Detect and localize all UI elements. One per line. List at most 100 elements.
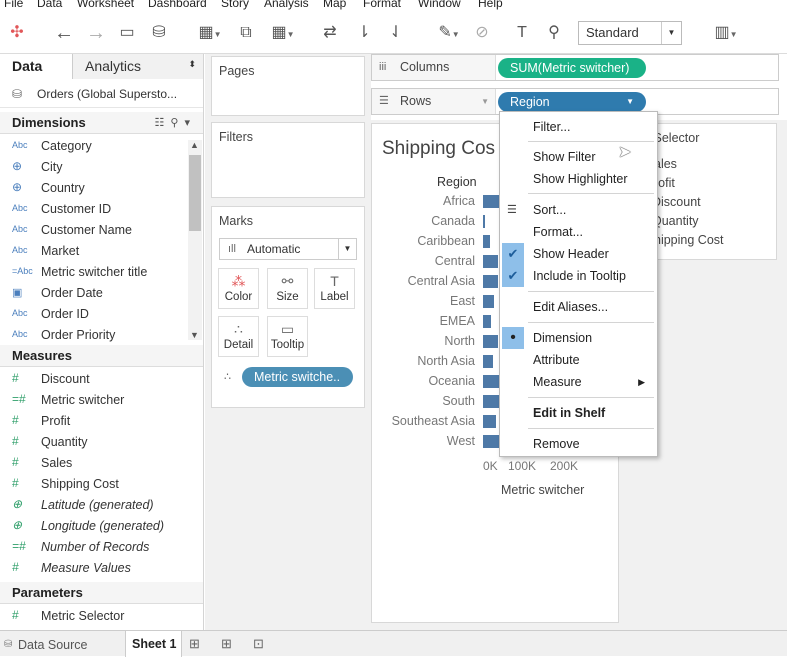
field-measure-values[interactable]: # Measure Values — [0, 558, 190, 579]
menu-data[interactable]: Data — [37, 0, 62, 10]
menu-item-measure[interactable]: Measure ▶ — [500, 371, 657, 393]
tab-data[interactable]: Data — [0, 54, 72, 79]
param-option[interactable]: Quantity — [652, 214, 699, 228]
color-button[interactable]: ⁂ Color — [218, 268, 259, 309]
filters-card[interactable]: Filters — [211, 122, 365, 198]
label-button[interactable]: T Label — [314, 268, 355, 309]
field-order-date[interactable]: ▣ Order Date — [0, 283, 190, 304]
pages-card[interactable]: Pages — [211, 56, 365, 116]
menu-file[interactable]: File — [4, 0, 23, 10]
field-country[interactable]: ⊕ Country — [0, 178, 190, 199]
bar-mark[interactable] — [483, 415, 496, 428]
menu-caret-icon[interactable]: ▾ — [184, 117, 196, 129]
sheet-tab[interactable]: Sheet 1 — [125, 631, 182, 657]
field-market[interactable]: Abc Market — [0, 241, 190, 262]
field-sales[interactable]: # Sales — [0, 453, 190, 474]
field-metric-switcher[interactable]: =# Metric switcher — [0, 390, 190, 411]
param-option[interactable]: hipping Cost — [654, 233, 724, 247]
menu-worksheet[interactable]: Worksheet — [77, 0, 134, 10]
new-dashboard-icon[interactable]: ⊞ — [221, 636, 232, 652]
bar-mark[interactable] — [483, 295, 494, 308]
bar-mark[interactable] — [483, 355, 494, 368]
tab-analytics[interactable]: Analytics ⬍ — [72, 54, 203, 79]
field-customer-id[interactable]: Abc Customer ID — [0, 199, 190, 220]
param-option[interactable]: Discount — [652, 195, 701, 209]
menu-story[interactable]: Story — [221, 0, 249, 10]
field-shipping-cost[interactable]: # Shipping Cost — [0, 474, 190, 495]
search-icon[interactable]: ⚲ — [170, 117, 184, 129]
field-order-priority[interactable]: Abc Order Priority — [0, 325, 190, 346]
highlight-icon[interactable]: ✎▼ — [432, 20, 466, 46]
bar-mark[interactable] — [483, 255, 498, 268]
undo-icon[interactable]: ← — [52, 20, 76, 46]
sort-descending-icon[interactable]: ⇃ — [384, 20, 408, 46]
menu-item-filter[interactable]: Filter... — [500, 116, 657, 138]
duplicate-sheet-icon[interactable]: ⧉ — [234, 20, 258, 46]
menu-item-attribute[interactable]: Attribute — [500, 349, 657, 371]
field-city[interactable]: ⊕ City — [0, 157, 190, 178]
bar-mark[interactable] — [483, 375, 499, 388]
field-profit[interactable]: # Profit — [0, 411, 190, 432]
menu-item-remove[interactable]: Remove — [500, 433, 657, 455]
new-datasource-icon[interactable]: ⛁ — [148, 20, 170, 46]
group-icon[interactable]: ⊘ — [470, 20, 494, 46]
tableau-logo-icon[interactable]: ✣ — [6, 20, 28, 46]
menu-item-dimension[interactable]: • Dimension — [500, 327, 657, 349]
redo-icon[interactable]: → — [84, 20, 108, 46]
datasource-item[interactable]: ⛁ Orders (Global Supersto... — [0, 80, 203, 108]
field-customer-name[interactable]: Abc Customer Name — [0, 220, 190, 241]
menu-dashboard[interactable]: Dashboard — [148, 0, 207, 10]
size-button[interactable]: ⚯ Size — [267, 268, 308, 309]
new-story-icon[interactable]: ⊡ — [253, 636, 264, 652]
menu-item-sort[interactable]: ☰ Sort... — [500, 199, 657, 221]
menu-item-show-filter[interactable]: Show Filter — [500, 146, 657, 168]
menu-window[interactable]: Window — [418, 0, 461, 10]
new-worksheet-icon[interactable]: ▦▼ — [192, 20, 228, 46]
menu-item-edit-in-shelf[interactable]: Edit in Shelf — [500, 402, 657, 424]
menu-item-show-highlighter[interactable]: Show Highlighter — [500, 168, 657, 190]
field-category[interactable]: Abc Category — [0, 136, 190, 157]
menu-item-edit-aliases[interactable]: Edit Aliases... — [500, 296, 657, 318]
save-icon[interactable]: ▭ — [116, 20, 138, 46]
bar-mark[interactable] — [483, 235, 491, 248]
field-discount[interactable]: # Discount — [0, 369, 190, 390]
clear-sheet-icon[interactable]: ▦▼ — [264, 20, 302, 46]
field-order-id[interactable]: Abc Order ID — [0, 304, 190, 325]
show-me-icon[interactable]: ▥▼ — [708, 20, 744, 46]
bar-mark[interactable] — [483, 435, 499, 448]
menu-item-show-header[interactable]: ✔ Show Header — [500, 243, 657, 265]
swap-rows-columns-icon[interactable]: ⇄ — [318, 20, 342, 46]
scroll-up-icon[interactable]: ▲ — [190, 140, 199, 150]
field-number-of-records[interactable]: =# Number of Records — [0, 537, 190, 558]
view-list-icon[interactable]: ☷ — [155, 117, 171, 129]
show-labels-icon[interactable]: T — [510, 20, 534, 46]
bar-mark[interactable] — [483, 315, 491, 328]
bar-mark[interactable] — [483, 275, 499, 288]
columns-pill[interactable]: SUM(Metric switcher) — [498, 58, 646, 78]
fit-select[interactable]: Standard ▼ — [578, 21, 682, 45]
menu-analysis[interactable]: Analysis — [264, 0, 309, 10]
menu-map[interactable]: Map — [323, 0, 346, 10]
field-quantity[interactable]: # Quantity — [0, 432, 190, 453]
scroll-down-icon[interactable]: ▼ — [190, 330, 199, 340]
menu-format[interactable]: Format — [363, 0, 401, 10]
menu-item-include-in-tooltip[interactable]: ✔ Include in Tooltip — [500, 265, 657, 287]
bar-mark[interactable] — [483, 215, 485, 228]
field-metric-switcher-title[interactable]: =Abc Metric switcher title — [0, 262, 190, 283]
detail-button[interactable]: ∴ Detail — [218, 316, 259, 357]
new-worksheet-icon[interactable]: ⊞ — [189, 636, 200, 652]
field-longitude[interactable]: ⊕ Longitude (generated) — [0, 516, 190, 537]
menu-item-format[interactable]: Format... — [500, 221, 657, 243]
tooltip-button[interactable]: ▭ Tooltip — [267, 316, 308, 357]
sort-ascending-icon[interactable]: ⇂ — [352, 20, 376, 46]
data-source-tab[interactable]: ⛁ Data Source — [0, 631, 124, 657]
field-metric-selector[interactable]: # Metric Selector — [0, 606, 190, 627]
dimensions-scroll-thumb[interactable] — [189, 155, 201, 231]
rows-region-pill[interactable]: Region ▼ — [498, 92, 646, 112]
bar-mark[interactable] — [483, 335, 498, 348]
fix-axes-icon[interactable]: ⚲ — [542, 20, 566, 46]
menu-help[interactable]: Help — [478, 0, 503, 10]
mark-type-select[interactable]: ıll Automatic ▼ — [219, 238, 357, 260]
field-latitude[interactable]: ⊕ Latitude (generated) — [0, 495, 190, 516]
columns-shelf[interactable]: iii Columns SUM(Metric switcher) — [371, 54, 779, 81]
